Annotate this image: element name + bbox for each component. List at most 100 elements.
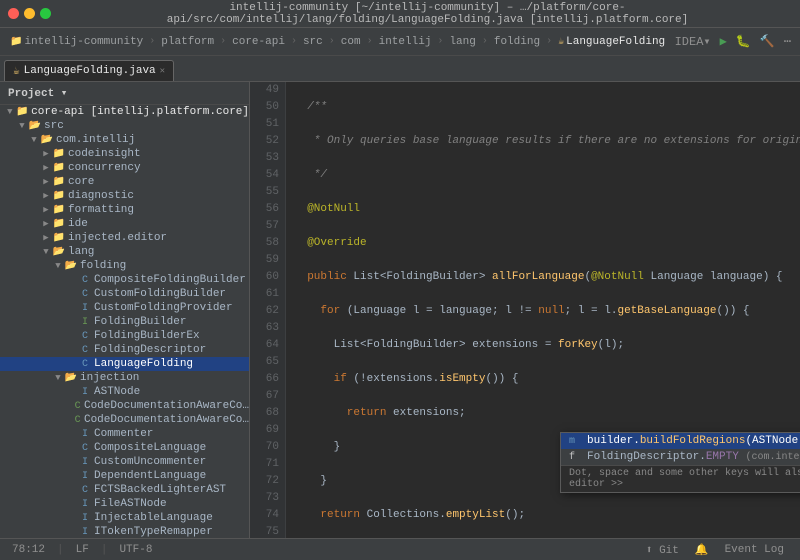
folder-icon: 📁 — [52, 148, 66, 160]
folder-icon: 📂 — [52, 246, 66, 258]
notification-status[interactable]: 🔔 — [691, 543, 713, 557]
tree-com-intellij[interactable]: ▼ 📂 com.intellij — [0, 133, 249, 147]
tree-codedoc2[interactable]: C CodeDocumentationAwareCo… — [0, 413, 249, 427]
nav-project-label: intellij-community — [24, 36, 143, 48]
code-line-49: /** — [294, 99, 800, 116]
tree-src[interactable]: ▼ 📂 src — [0, 119, 249, 133]
expand-icon: ▶ — [40, 149, 52, 159]
expand-icon: ▶ — [40, 191, 52, 201]
ac-item-label: FoldingDescriptor.EMPTY (com.intellij.la… — [587, 451, 800, 463]
folder-icon: 📂 — [28, 120, 42, 132]
tree-fctsbackedlighterast[interactable]: C FCTSBackedLighterAST — [0, 483, 249, 497]
sidebar-header[interactable]: Project ▾ — [0, 82, 249, 105]
tree-root[interactable]: ▼ 📁 core-api [intellij.platform.core] — [0, 105, 249, 119]
tree-concurrency[interactable]: ▶ 📁 concurrency — [0, 161, 249, 175]
tree-lang[interactable]: ▼ 📂 lang — [0, 245, 249, 259]
tree-ide[interactable]: ▶ 📁 ide — [0, 217, 249, 231]
tree-commenter[interactable]: I Commenter — [0, 427, 249, 441]
file-icon: ☕ — [558, 36, 564, 48]
tree-compositefoldingbuilder[interactable]: C CompositeFoldingBuilder — [0, 273, 249, 287]
ac-hint-text: Dot, space and some other keys will also… — [569, 468, 800, 490]
tree-item-label: CodeDocumentationAwareCo… — [84, 400, 249, 412]
status-encoding[interactable]: UTF-8 — [115, 544, 156, 556]
nav-folding[interactable]: folding — [490, 34, 544, 50]
nav-project[interactable]: 📁 intellij-community — [6, 34, 147, 50]
folder-icon: 📁 — [52, 190, 66, 202]
tree-formatting-label: formatting — [68, 204, 134, 216]
event-log[interactable]: Event Log — [721, 544, 788, 556]
debug-button[interactable]: 🐛 — [733, 33, 754, 50]
tree-customfoldingbuilder[interactable]: C CustomFoldingBuilder — [0, 287, 249, 301]
more-button[interactable]: ⋯ — [781, 33, 794, 50]
minimize-button[interactable] — [24, 8, 35, 19]
folder-icon: 📁 — [52, 232, 66, 244]
autocomplete-item-1[interactable]: f FoldingDescriptor.EMPTY (com.intellij.… — [561, 449, 800, 465]
tree-injected-editor[interactable]: ▶ 📁 injected.editor — [0, 231, 249, 245]
folder-icon: 📁 — [10, 36, 22, 48]
tree-itokentyperemapper[interactable]: I ITokenTypeRemapper — [0, 525, 249, 538]
tree-languagefolding[interactable]: C LanguageFolding — [0, 357, 249, 371]
nav-lang-label: lang — [449, 36, 475, 48]
status-position[interactable]: 78:12 — [8, 544, 49, 556]
tree-compositelanguage[interactable]: C CompositeLanguage — [0, 441, 249, 455]
class-icon: C — [78, 331, 92, 342]
tree-injectablelanguage[interactable]: I InjectableLanguage — [0, 511, 249, 525]
tree-item-label: CustomUncommenter — [94, 456, 206, 468]
code-line-51: */ — [294, 167, 800, 184]
tree-foldingbuilder[interactable]: I FoldingBuilder — [0, 315, 249, 329]
expand-icon: ▶ — [40, 219, 52, 229]
build-button[interactable]: 🔨 — [757, 33, 778, 50]
tree-codedoc1[interactable]: C CodeDocumentationAwareCo… — [0, 399, 249, 413]
tree-customfoldingprovider[interactable]: I CustomFoldingProvider — [0, 301, 249, 315]
class-icon: C — [78, 345, 92, 356]
nav-src[interactable]: src — [299, 34, 327, 50]
tree-item-label: Commenter — [94, 428, 153, 440]
tree-formatting[interactable]: ▶ 📁 formatting — [0, 203, 249, 217]
expand-icon: ▼ — [28, 135, 40, 145]
tree-item-label: InjectableLanguage — [94, 512, 213, 524]
nav-lang[interactable]: lang — [445, 34, 479, 50]
idea-button[interactable]: IDEA▾ — [672, 33, 714, 50]
status-lf[interactable]: LF — [72, 544, 93, 556]
tree-foldingbuilderex[interactable]: C FoldingBuilderEx — [0, 329, 249, 343]
tree-item-label: ASTNode — [94, 386, 140, 398]
tree-astnode[interactable]: I ASTNode — [0, 385, 249, 399]
expand-icon: ▶ — [40, 163, 52, 173]
nav-com[interactable]: com — [337, 34, 365, 50]
code-editor[interactable]: 49505152 53545556 57585960 61626364 6566… — [250, 82, 800, 538]
method-icon: m — [569, 436, 583, 447]
close-button[interactable] — [8, 8, 19, 19]
field-icon: f — [569, 452, 583, 463]
tree-codeinsight[interactable]: ▶ 📁 codeinsight — [0, 147, 249, 161]
class-icon: C — [73, 415, 82, 426]
expand-icon: ▶ — [40, 177, 52, 187]
tree-folding[interactable]: ▼ 📂 folding — [0, 259, 249, 273]
tree-diagnostic[interactable]: ▶ 📁 diagnostic — [0, 189, 249, 203]
tree-dependentlanguage[interactable]: I DependentLanguage — [0, 469, 249, 483]
nav-languagefolding[interactable]: ☕ LanguageFolding — [554, 34, 669, 50]
nav-intellij[interactable]: intellij — [375, 34, 436, 50]
tree-item-label: FCTSBackedLighterAST — [94, 484, 226, 496]
tree-customuncommenter[interactable]: I CustomUncommenter — [0, 455, 249, 469]
run-button[interactable]: ▶ — [717, 33, 730, 50]
tree-item-label: CompositeFoldingBuilder — [94, 274, 246, 286]
interface-icon: I — [78, 429, 92, 440]
vcs-status[interactable]: ⬆ Git — [642, 543, 683, 557]
tree-fileastnode[interactable]: I FileASTNode — [0, 497, 249, 511]
autocomplete-item-0[interactable]: m builder.buildFoldRegions(ASTNode node,… — [561, 433, 800, 449]
tree-item-label: CustomFoldingProvider — [94, 302, 233, 314]
tree-folding-label: folding — [80, 260, 126, 272]
run-toolbar: IDEA▾ ▶ 🐛 🔨 ⋯ — [672, 33, 794, 50]
folder-icon: 📂 — [64, 372, 78, 384]
maximize-button[interactable] — [40, 8, 51, 19]
tab-close-button[interactable]: ✕ — [160, 66, 165, 76]
expand-icon: ▼ — [16, 121, 28, 131]
tree-foldingdescriptor[interactable]: C FoldingDescriptor — [0, 343, 249, 357]
class-icon: C — [73, 401, 82, 412]
nav-platform[interactable]: platform — [157, 34, 218, 50]
tree-ide-label: ide — [68, 218, 88, 230]
tree-injection[interactable]: ▼ 📂 injection — [0, 371, 249, 385]
nav-core-api[interactable]: core-api — [228, 34, 289, 50]
tab-languagefolding[interactable]: ☕ LanguageFolding.java ✕ — [4, 60, 174, 81]
tree-core[interactable]: ▶ 📁 core — [0, 175, 249, 189]
